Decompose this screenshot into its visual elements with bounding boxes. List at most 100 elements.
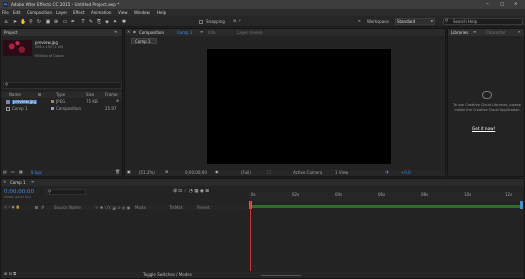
project-panel-header: Project ≡ <box>1 29 122 36</box>
work-area-bar[interactable] <box>251 205 521 208</box>
interpret-footage-icon[interactable]: ▤ <box>3 169 7 175</box>
composition-viewer[interactable] <box>207 49 391 164</box>
menu-animation[interactable]: Animation <box>91 10 111 16</box>
timeline-ruler[interactable]: 0s 02s 04s 06s 08s 10s 12s <box>249 192 522 202</box>
timecode-display[interactable]: 0;00;00;00 <box>185 170 207 176</box>
magnification-select[interactable]: (51.2%) <box>139 170 155 176</box>
close-button[interactable]: ✕ <box>514 1 518 7</box>
rotate-tool-icon[interactable]: ↻ <box>36 19 42 25</box>
row-size: 75 KB <box>86 98 98 104</box>
av-switch-icons: ◎ ♪ ● 🔒 <box>4 205 21 209</box>
timeline-switch-icons[interactable]: ⇶ ⊡ ♢ ◔ ▦ ◉ ⊠ <box>173 189 209 194</box>
snapshot-icon[interactable]: ◉ <box>215 169 219 175</box>
flowchart-icon[interactable]: ⋔ <box>116 98 119 104</box>
window-title: Adobe After Effects CC 2015 - Untitled P… <box>11 1 120 7</box>
get-it-now-link[interactable]: Get it now! <box>472 126 495 132</box>
project-tab[interactable]: Project <box>4 30 18 36</box>
project-search-input[interactable]: ⚲ <box>3 82 122 89</box>
camera-select[interactable]: Active Camera <box>293 170 322 176</box>
work-area-end-handle[interactable] <box>520 201 523 209</box>
column-name[interactable]: Name <box>9 92 21 98</box>
grid-icon[interactable]: ⊞ <box>165 169 168 175</box>
selection-tool-icon[interactable]: ➤ <box>12 19 18 25</box>
rectangle-tool-icon[interactable]: ▭ <box>62 19 68 25</box>
composition-tab-label[interactable]: Composition <box>139 30 164 36</box>
region-of-interest-icon[interactable]: ⬚ <box>267 169 271 175</box>
toggle-switches-modes[interactable]: Toggle Switches / Modes <box>143 272 192 278</box>
expand-icon[interactable]: » <box>518 29 520 35</box>
eraser-tool-icon[interactable]: ◈ <box>104 19 110 25</box>
pan-behind-tool-icon[interactable]: ⊕ <box>53 19 59 25</box>
view-layout-select[interactable]: 1 View <box>335 170 348 176</box>
exposure-value[interactable]: +0.0 <box>401 170 411 176</box>
menu-window[interactable]: Window <box>134 10 150 16</box>
column-trkmat[interactable]: TrkMat <box>169 205 182 211</box>
close-tab-icon[interactable]: ✕ <box>127 29 130 35</box>
minimize-button[interactable]: ─ <box>486 1 489 7</box>
timeline-search-input[interactable]: ⚲ <box>46 189 86 195</box>
home-icon[interactable]: ⌂ <box>3 19 9 25</box>
column-parent[interactable]: Parent <box>197 205 210 211</box>
panel-menu-icon[interactable]: ≡ <box>114 29 117 35</box>
workspace-label: Workspace <box>367 18 389 24</box>
camera-tool-icon[interactable]: ▣ <box>45 19 51 25</box>
row-name: preview.jpg <box>12 98 37 105</box>
menu-view[interactable]: View <box>118 10 128 16</box>
lock-icon[interactable]: ▪ <box>133 29 136 35</box>
menu-effect[interactable]: Effect <box>73 10 85 16</box>
menu-layer[interactable]: Layer <box>56 10 67 16</box>
project-row-comp[interactable]: Comp 1 Composition 25.97 <box>1 106 122 112</box>
libraries-tab[interactable]: Libraries <box>451 30 468 36</box>
search-help-input[interactable]: ⚲ Search Help <box>443 18 523 25</box>
label-column-icon <box>35 206 38 209</box>
menu-edit[interactable]: Edit <box>13 10 21 16</box>
timeline-tab[interactable]: Comp 1 <box>10 180 26 186</box>
panel-menu-icon[interactable]: ≡ <box>31 179 34 185</box>
always-preview-icon[interactable]: ▣ <box>127 169 131 175</box>
comp-subtab[interactable]: Comp 1 <box>131 38 157 44</box>
panel-menu-icon[interactable]: ≡ <box>473 29 476 35</box>
workspace-menu-icon[interactable]: » <box>358 19 361 24</box>
menu-help[interactable]: Help <box>157 10 166 16</box>
playhead[interactable] <box>250 201 251 271</box>
trash-icon[interactable]: 🗑 <box>115 169 120 175</box>
column-source-name[interactable]: Source Name <box>54 205 81 211</box>
menu-composition[interactable]: Composition <box>27 10 52 16</box>
ruler-tick-4: 04s <box>335 192 343 197</box>
project-row-preview[interactable]: preview.jpg JPEG 75 KB ⋔ <box>1 98 122 105</box>
column-frame[interactable]: Frame <box>105 92 117 98</box>
column-mode[interactable]: Mode <box>135 205 146 211</box>
layer-columns-header: ◎ ♪ ● 🔒 # Source Name ☼ ✱ \ fx ◪ ⊘ ◍ ▣ M… <box>1 205 247 210</box>
roto-brush-tool-icon[interactable]: ✦ <box>112 19 118 25</box>
zoom-slider[interactable] <box>261 274 301 276</box>
layer-tab[interactable]: Layer (none) <box>237 30 263 36</box>
type-tool-icon[interactable]: T <box>80 19 86 25</box>
exposure-icon[interactable]: ◑ <box>385 169 389 175</box>
info-tab[interactable]: Info <box>208 30 216 36</box>
puppet-tool-icon[interactable]: ✱ <box>121 19 127 25</box>
new-folder-icon[interactable]: ▭ <box>11 169 15 175</box>
new-composition-icon[interactable]: ▦ <box>19 169 23 175</box>
snap-options-icon[interactable]: ⊠ ↗ <box>233 18 241 24</box>
search-help-placeholder: Search Help <box>453 19 478 24</box>
snapping-checkbox[interactable] <box>199 20 203 24</box>
menu-file[interactable]: File <box>2 10 9 16</box>
column-type[interactable]: Type <box>56 92 65 98</box>
composition-tab-name[interactable]: Comp 1 <box>177 30 193 36</box>
panel-menu-icon[interactable]: ≡ <box>200 29 203 35</box>
close-tab-icon[interactable]: ✕ <box>3 179 6 185</box>
bpc-button[interactable]: 8 bpc <box>31 170 42 176</box>
pen-tool-icon[interactable]: ✒ <box>70 19 76 25</box>
clone-stamp-tool-icon[interactable]: ⎘ <box>96 19 102 25</box>
composition-icon <box>6 107 10 111</box>
resolution-select[interactable]: (Full) <box>241 170 251 176</box>
thumbnail-dims: 296 x 152 (1.00) <box>35 45 64 49</box>
hand-tool-icon[interactable]: ✋ <box>20 19 26 25</box>
brush-tool-icon[interactable]: ✎ <box>88 19 94 25</box>
maximize-button[interactable]: □ <box>500 1 504 7</box>
workspace-select[interactable]: Standard ▼ <box>395 18 435 25</box>
footer-left-icons[interactable]: ⊞ ⊟ ⧉ <box>4 271 16 277</box>
column-size[interactable]: Size <box>86 92 94 98</box>
character-tab[interactable]: Character <box>486 30 506 36</box>
zoom-tool-icon[interactable]: ⚲ <box>28 19 34 25</box>
